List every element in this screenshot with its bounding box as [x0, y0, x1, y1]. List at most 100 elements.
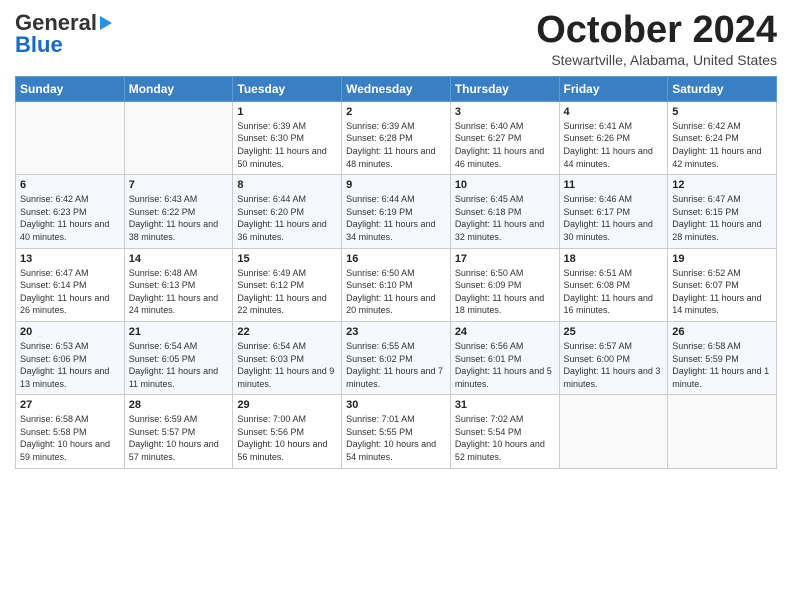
day-number: 30: [346, 399, 446, 411]
calendar-day-cell: 30 Sunrise: 7:01 AM Sunset: 5:55 PM Dayli…: [342, 395, 451, 468]
logo: General Blue: [15, 10, 112, 58]
calendar-day-header: Wednesday: [342, 76, 451, 101]
calendar-day-cell: 23 Sunrise: 6:55 AM Sunset: 6:02 PM Dayli…: [342, 321, 451, 394]
day-info: Sunrise: 6:50 AM Sunset: 6:10 PM Dayligh…: [346, 267, 446, 317]
day-number: 20: [20, 326, 120, 338]
calendar-day-cell: 25Sunrise: 6:57 AM Sunset: 6:00 PM Dayli…: [559, 321, 668, 394]
calendar-day-cell: 7Sunrise: 6:43 AM Sunset: 6:22 PM Daylig…: [124, 175, 233, 248]
calendar-day-cell: 24 Sunrise: 6:56 AM Sunset: 6:01 PM Dayli…: [450, 321, 559, 394]
calendar-day-cell: 9 Sunrise: 6:44 AM Sunset: 6:19 PM Daylig…: [342, 175, 451, 248]
calendar-day-cell: 13Sunrise: 6:47 AM Sunset: 6:14 PM Dayli…: [16, 248, 125, 321]
calendar-week-row: 6Sunrise: 6:42 AM Sunset: 6:23 PM Daylig…: [16, 175, 777, 248]
day-number: 10: [455, 179, 555, 191]
day-number: 4: [564, 106, 664, 118]
day-number: 12: [672, 179, 772, 191]
calendar-day-cell: 10 Sunrise: 6:45 AM Sunset: 6:18 PM Dayli…: [450, 175, 559, 248]
day-info: Sunrise: 7:02 AM Sunset: 5:54 PM Dayligh…: [455, 413, 555, 463]
calendar-day-header: Monday: [124, 76, 233, 101]
calendar-day-cell: 3 Sunrise: 6:40 AM Sunset: 6:27 PM Daylig…: [450, 101, 559, 174]
calendar-day-cell: [16, 101, 125, 174]
day-info: Sunrise: 6:42 AM Sunset: 6:24 PM Dayligh…: [672, 120, 772, 170]
day-number: 8: [237, 179, 337, 191]
calendar-day-cell: [668, 395, 777, 468]
title-block: October 2024 Stewartville, Alabama, Unit…: [536, 10, 777, 68]
month-title: October 2024: [536, 10, 777, 52]
day-number: 16: [346, 253, 446, 265]
day-info: Sunrise: 6:45 AM Sunset: 6:18 PM Dayligh…: [455, 193, 555, 243]
calendar-day-cell: 8 Sunrise: 6:44 AM Sunset: 6:20 PM Daylig…: [233, 175, 342, 248]
day-number: 22: [237, 326, 337, 338]
day-info: Sunrise: 6:56 AM Sunset: 6:01 PM Dayligh…: [455, 340, 555, 390]
calendar-day-cell: 15Sunrise: 6:49 AM Sunset: 6:12 PM Dayli…: [233, 248, 342, 321]
calendar-day-cell: 1 Sunrise: 6:39 AM Sunset: 6:30 PM Daylig…: [233, 101, 342, 174]
day-info: Sunrise: 6:46 AM Sunset: 6:17 PM Dayligh…: [564, 193, 664, 243]
logo-arrow-icon: [100, 16, 112, 30]
calendar-day-cell: 17 Sunrise: 6:50 AM Sunset: 6:09 PM Dayli…: [450, 248, 559, 321]
page: General Blue October 2024 Stewartville, …: [0, 0, 792, 484]
calendar-day-header: Tuesday: [233, 76, 342, 101]
calendar-day-cell: [124, 101, 233, 174]
day-number: 29: [237, 399, 337, 411]
day-info: Sunrise: 6:54 AM Sunset: 6:05 PM Dayligh…: [129, 340, 229, 390]
day-info: Sunrise: 6:47 AM Sunset: 6:14 PM Dayligh…: [20, 267, 120, 317]
day-number: 3: [455, 106, 555, 118]
calendar-day-cell: 2Sunrise: 6:39 AM Sunset: 6:28 PM Daylig…: [342, 101, 451, 174]
day-number: 21: [129, 326, 229, 338]
calendar-day-header: Sunday: [16, 76, 125, 101]
day-number: 17: [455, 253, 555, 265]
day-info: Sunrise: 6:47 AM Sunset: 6:15 PM Dayligh…: [672, 193, 772, 243]
calendar-day-cell: 5 Sunrise: 6:42 AM Sunset: 6:24 PM Daylig…: [668, 101, 777, 174]
calendar-day-cell: 29 Sunrise: 7:00 AM Sunset: 5:56 PM Dayli…: [233, 395, 342, 468]
day-number: 9: [346, 179, 446, 191]
day-number: 2: [346, 106, 446, 118]
calendar-week-row: 20Sunrise: 6:53 AM Sunset: 6:06 PM Dayli…: [16, 321, 777, 394]
day-number: 15: [237, 253, 337, 265]
day-info: Sunrise: 6:48 AM Sunset: 6:13 PM Dayligh…: [129, 267, 229, 317]
calendar-week-row: 27 Sunrise: 6:58 AM Sunset: 5:58 PM Dayli…: [16, 395, 777, 468]
day-number: 5: [672, 106, 772, 118]
calendar-day-cell: 14 Sunrise: 6:48 AM Sunset: 6:13 PM Dayli…: [124, 248, 233, 321]
calendar: SundayMondayTuesdayWednesdayThursdayFrid…: [15, 76, 777, 469]
calendar-day-cell: 6Sunrise: 6:42 AM Sunset: 6:23 PM Daylig…: [16, 175, 125, 248]
day-number: 24: [455, 326, 555, 338]
day-number: 14: [129, 253, 229, 265]
calendar-day-header: Friday: [559, 76, 668, 101]
day-number: 28: [129, 399, 229, 411]
day-number: 23: [346, 326, 446, 338]
day-number: 19: [672, 253, 772, 265]
day-info: Sunrise: 6:42 AM Sunset: 6:23 PM Dayligh…: [20, 193, 120, 243]
day-info: Sunrise: 6:40 AM Sunset: 6:27 PM Dayligh…: [455, 120, 555, 170]
day-number: 1: [237, 106, 337, 118]
day-number: 31: [455, 399, 555, 411]
day-number: 18: [564, 253, 664, 265]
calendar-day-cell: 16 Sunrise: 6:50 AM Sunset: 6:10 PM Dayli…: [342, 248, 451, 321]
location: Stewartville, Alabama, United States: [536, 52, 777, 68]
calendar-day-cell: 21 Sunrise: 6:54 AM Sunset: 6:05 PM Dayli…: [124, 321, 233, 394]
day-number: 25: [564, 326, 664, 338]
day-info: Sunrise: 6:43 AM Sunset: 6:22 PM Dayligh…: [129, 193, 229, 243]
day-info: Sunrise: 6:41 AM Sunset: 6:26 PM Dayligh…: [564, 120, 664, 170]
day-info: Sunrise: 6:59 AM Sunset: 5:57 PM Dayligh…: [129, 413, 229, 463]
day-info: Sunrise: 6:44 AM Sunset: 6:19 PM Dayligh…: [346, 193, 446, 243]
calendar-day-cell: 22 Sunrise: 6:54 AM Sunset: 6:03 PM Dayli…: [233, 321, 342, 394]
calendar-day-cell: 28 Sunrise: 6:59 AM Sunset: 5:57 PM Dayli…: [124, 395, 233, 468]
day-number: 27: [20, 399, 120, 411]
day-info: Sunrise: 6:54 AM Sunset: 6:03 PM Dayligh…: [237, 340, 337, 390]
day-info: Sunrise: 7:00 AM Sunset: 5:56 PM Dayligh…: [237, 413, 337, 463]
day-info: Sunrise: 6:58 AM Sunset: 5:58 PM Dayligh…: [20, 413, 120, 463]
day-info: Sunrise: 7:01 AM Sunset: 5:55 PM Dayligh…: [346, 413, 446, 463]
day-number: 26: [672, 326, 772, 338]
calendar-day-cell: 27 Sunrise: 6:58 AM Sunset: 5:58 PM Dayli…: [16, 395, 125, 468]
calendar-day-header: Saturday: [668, 76, 777, 101]
day-info: Sunrise: 6:39 AM Sunset: 6:30 PM Dayligh…: [237, 120, 337, 170]
calendar-week-row: 13Sunrise: 6:47 AM Sunset: 6:14 PM Dayli…: [16, 248, 777, 321]
calendar-header-row: SundayMondayTuesdayWednesdayThursdayFrid…: [16, 76, 777, 101]
day-info: Sunrise: 6:52 AM Sunset: 6:07 PM Dayligh…: [672, 267, 772, 317]
day-info: Sunrise: 6:50 AM Sunset: 6:09 PM Dayligh…: [455, 267, 555, 317]
calendar-day-cell: 19 Sunrise: 6:52 AM Sunset: 6:07 PM Dayli…: [668, 248, 777, 321]
calendar-day-cell: 4 Sunrise: 6:41 AM Sunset: 6:26 PM Daylig…: [559, 101, 668, 174]
header: General Blue October 2024 Stewartville, …: [15, 10, 777, 68]
day-info: Sunrise: 6:55 AM Sunset: 6:02 PM Dayligh…: [346, 340, 446, 390]
day-info: Sunrise: 6:44 AM Sunset: 6:20 PM Dayligh…: [237, 193, 337, 243]
calendar-day-cell: 18Sunrise: 6:51 AM Sunset: 6:08 PM Dayli…: [559, 248, 668, 321]
